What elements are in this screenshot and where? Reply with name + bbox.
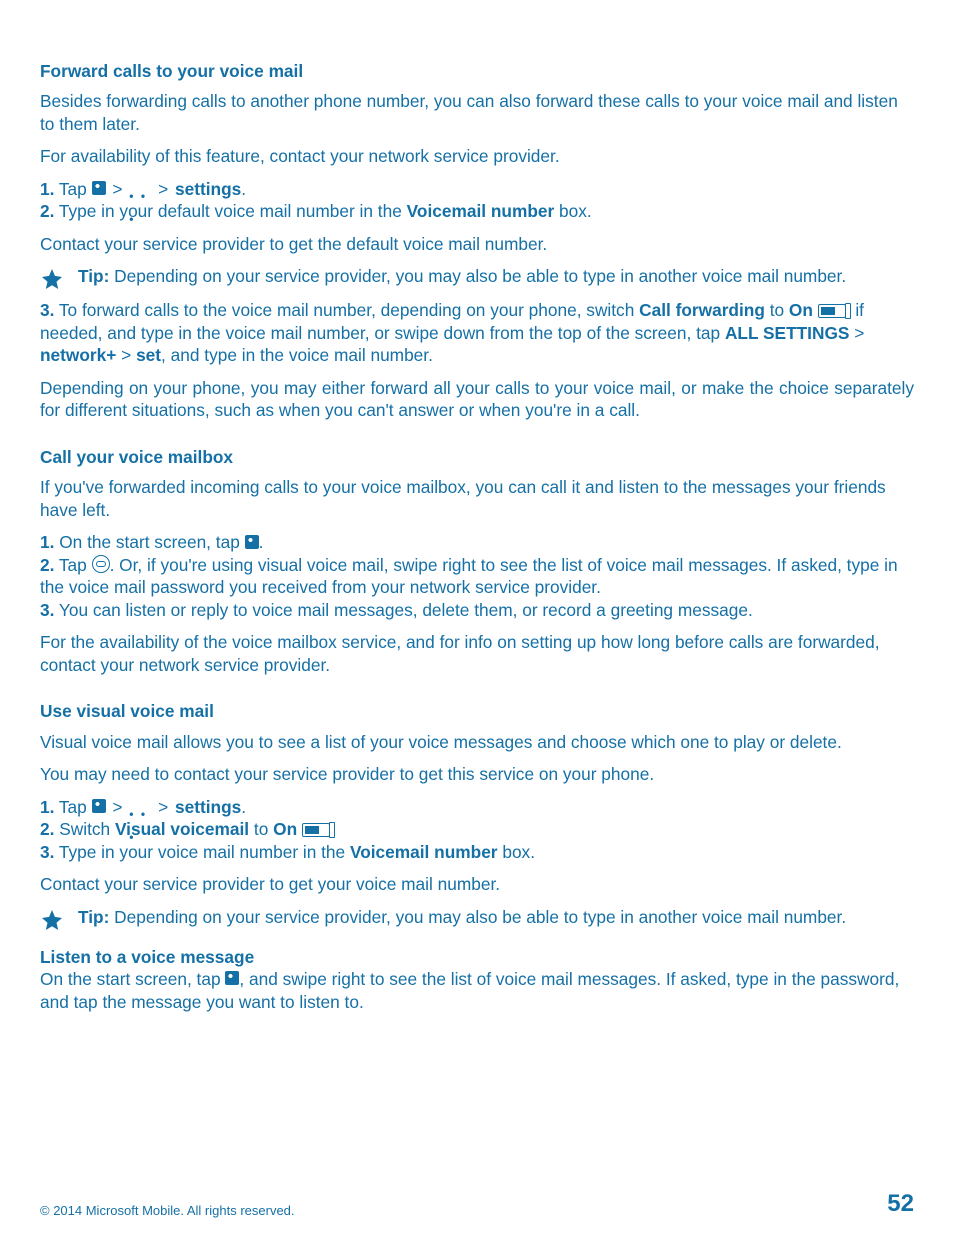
phone-icon <box>92 799 106 813</box>
paragraph: If you've forwarded incoming calls to yo… <box>40 476 914 521</box>
text: to <box>765 300 789 320</box>
copyright-text: © 2014 Microsoft Mobile. All rights rese… <box>40 1203 295 1218</box>
text: To forward calls to the voice mail numbe… <box>54 300 639 320</box>
text: Switch <box>54 819 115 839</box>
step-3: 3. To forward calls to the voice mail nu… <box>40 299 914 366</box>
feature-label: Call forwarding <box>639 300 765 320</box>
paragraph: On the start screen, tap , and swipe rig… <box>40 968 914 1013</box>
step-number: 1. <box>40 532 54 552</box>
star-icon <box>40 267 64 291</box>
tip-label: Tip: <box>78 907 109 927</box>
page-content: Forward calls to your voice mail Besides… <box>40 60 914 1013</box>
text: to <box>249 819 273 839</box>
heading-forward-calls: Forward calls to your voice mail <box>40 60 914 82</box>
paragraph: For availability of this feature, contac… <box>40 145 914 167</box>
toggle-icon <box>302 823 330 837</box>
toggle-icon <box>818 304 846 318</box>
paragraph: You may need to contact your service pro… <box>40 763 914 785</box>
text: Tap <box>54 797 91 817</box>
step-number: 2. <box>40 819 54 839</box>
text: > <box>849 323 864 343</box>
chevron-text: > <box>106 179 130 199</box>
step-1: 1. Tap > > settings. <box>40 796 914 818</box>
step-1: 1. On the start screen, tap . <box>40 531 914 553</box>
page-footer: © 2014 Microsoft Mobile. All rights rese… <box>40 1190 914 1218</box>
text: . <box>241 797 246 817</box>
text: . <box>241 179 246 199</box>
page-number: 52 <box>887 1190 914 1218</box>
phone-icon <box>92 181 106 195</box>
paragraph: Visual voice mail allows you to see a li… <box>40 731 914 753</box>
field-label: Voicemail number <box>350 842 498 862</box>
text: On the start screen, tap <box>40 969 225 989</box>
star-icon <box>40 908 64 932</box>
paragraph: Depending on your phone, you may either … <box>40 377 914 422</box>
step-number: 3. <box>40 842 54 862</box>
state-label: On <box>273 819 297 839</box>
phone-icon <box>245 535 259 549</box>
tip-block: Tip: Depending on your service provider,… <box>40 265 914 291</box>
text: Type in your voice mail number in the <box>54 842 350 862</box>
menu-label: ALL SETTINGS <box>725 323 850 343</box>
menu-label: network+ <box>40 345 116 365</box>
paragraph: Contact your service provider to get you… <box>40 873 914 895</box>
step-number: 1. <box>40 797 54 817</box>
text: Depending on your service provider, you … <box>109 907 846 927</box>
tip-label: Tip: <box>78 266 109 286</box>
text: On the start screen, tap <box>54 532 244 552</box>
chevron-text: > <box>106 797 130 817</box>
text: Depending on your service provider, you … <box>109 266 846 286</box>
step-1: 1. Tap > > settings. <box>40 178 914 200</box>
step-number: 2. <box>40 555 54 575</box>
text: . <box>259 532 264 552</box>
more-icon <box>129 183 151 189</box>
step-3: 3. You can listen or reply to voice mail… <box>40 599 914 621</box>
paragraph: For the availability of the voice mailbo… <box>40 631 914 676</box>
step-number: 3. <box>40 600 54 620</box>
field-label: Voicemail number <box>407 201 555 221</box>
chevron-text: > <box>151 797 175 817</box>
text: > <box>116 345 136 365</box>
step-number: 2. <box>40 201 54 221</box>
text: , and type in the voice mail number. <box>161 345 433 365</box>
step-number: 3. <box>40 300 54 320</box>
tip-text: Tip: Depending on your service provider,… <box>78 265 914 287</box>
step-2: 2. Switch Visual voicemail to On . <box>40 818 914 840</box>
paragraph: Contact your service provider to get the… <box>40 233 914 255</box>
step-2: 2. Tap . Or, if you're using visual voic… <box>40 554 914 599</box>
manual-page: Forward calls to your voice mail Besides… <box>0 0 954 1258</box>
text: Tap <box>54 555 91 575</box>
settings-label: settings <box>175 179 241 199</box>
phone-icon <box>225 971 239 985</box>
subheading-listen: Listen to a voice message <box>40 946 914 968</box>
more-icon <box>129 801 151 807</box>
text: . Or, if you're using visual voice mail,… <box>40 555 898 597</box>
step-number: 1. <box>40 179 54 199</box>
text: Tap <box>54 179 91 199</box>
text: box. <box>498 842 535 862</box>
voicemail-icon <box>92 555 110 573</box>
menu-label: set <box>136 345 161 365</box>
text: You can listen or reply to voice mail me… <box>54 600 752 620</box>
tip-block: Tip: Depending on your service provider,… <box>40 906 914 932</box>
settings-label: settings <box>175 797 241 817</box>
text: Type in your default voice mail number i… <box>54 201 406 221</box>
state-label: On <box>789 300 813 320</box>
heading-call-mailbox: Call your voice mailbox <box>40 446 914 468</box>
tip-text: Tip: Depending on your service provider,… <box>78 906 914 928</box>
step-3: 3. Type in your voice mail number in the… <box>40 841 914 863</box>
chevron-text: > <box>151 179 175 199</box>
text: box. <box>554 201 591 221</box>
step-2: 2. Type in your default voice mail numbe… <box>40 200 914 222</box>
heading-visual-voicemail: Use visual voice mail <box>40 700 914 722</box>
paragraph: Besides forwarding calls to another phon… <box>40 90 914 135</box>
